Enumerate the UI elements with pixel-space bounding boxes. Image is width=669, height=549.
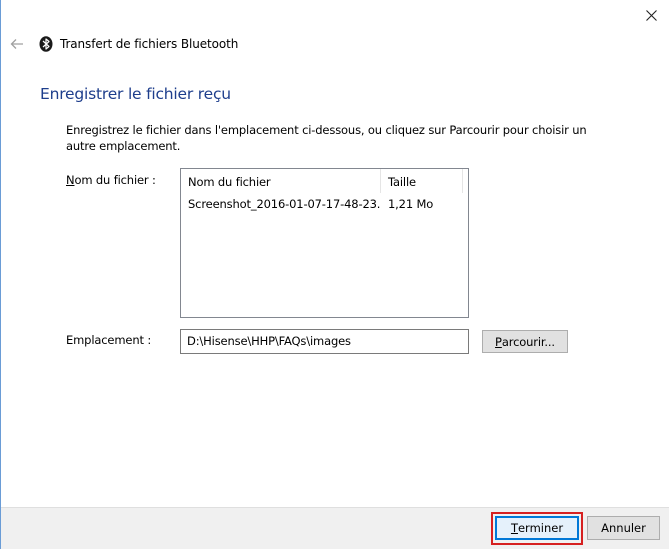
location-field[interactable]: D:\Hisense\HHP\FAQs\images [180, 329, 469, 354]
back-arrow-icon [10, 39, 23, 49]
close-icon [646, 9, 657, 21]
finish-mnemonic: T [510, 521, 518, 535]
page-description: Enregistrez le fichier dans l'emplacemen… [66, 123, 587, 153]
table-row[interactable]: Screenshot_2016-01-07-17-48-23.p... 1,21… [181, 195, 468, 213]
browse-label-rest: arcourir... [501, 334, 555, 349]
browse-mnemonic: P [495, 334, 502, 349]
filename-label: Nom du fichier : [66, 173, 156, 187]
finish-label-rest: erminer [517, 521, 564, 535]
window-title: Transfert de fichiers Bluetooth [60, 37, 239, 51]
close-button[interactable] [633, 0, 669, 30]
file-list-header: Nom du fichier Taille [181, 169, 468, 193]
file-size-cell: 1,21 Mo [388, 197, 434, 211]
file-name-cell: Screenshot_2016-01-07-17-48-23.p... [188, 197, 381, 211]
filename-label-rest: om du fichier : [74, 173, 156, 187]
back-button[interactable] [7, 34, 27, 54]
cancel-button[interactable]: Annuler [587, 516, 660, 540]
page-heading: Enregistrer le fichier reçu [40, 85, 231, 103]
finish-button[interactable]: Terminer [495, 516, 579, 540]
bluetooth-transfer-dialog: Transfert de fichiers Bluetooth Enregist… [0, 0, 669, 549]
bluetooth-icon [39, 36, 53, 52]
column-header-name[interactable]: Nom du fichier [181, 169, 381, 193]
file-list[interactable]: Nom du fichier Taille Screenshot_2016-01… [180, 168, 469, 318]
browse-button[interactable]: Parcourir... [482, 330, 568, 353]
location-label: Emplacement : [66, 333, 152, 347]
column-header-size[interactable]: Taille [381, 169, 463, 193]
